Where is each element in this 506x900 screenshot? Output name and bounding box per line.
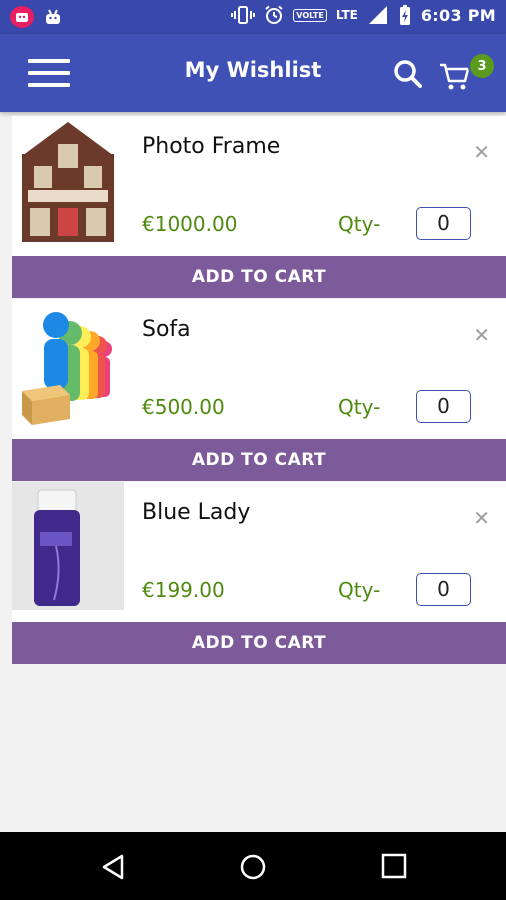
- photo-frame-image: [12, 116, 124, 244]
- qty-label: Qty-: [338, 212, 381, 236]
- battery-icon: [399, 5, 410, 25]
- volte-indicator: VOLTE: [293, 8, 327, 22]
- notification-app-icon: [10, 6, 34, 28]
- item-name[interactable]: Photo Frame: [142, 134, 280, 159]
- item-price: €199.00: [142, 578, 225, 602]
- cart-count-badge: 3: [468, 52, 496, 80]
- back-icon[interactable]: [98, 852, 128, 882]
- add-to-cart-button[interactable]: ADD TO CART: [12, 622, 506, 664]
- app-bar: My Wishlist: [0, 34, 506, 112]
- alarm-icon: [265, 5, 283, 24]
- perfume-can-image: [12, 482, 124, 610]
- quantity-input[interactable]: 0: [416, 573, 471, 606]
- recent-apps-icon[interactable]: [380, 852, 408, 880]
- menu-icon-line: [28, 83, 70, 87]
- item-price: €500.00: [142, 395, 225, 419]
- status-time: 6:03 PM: [420, 5, 496, 25]
- page-title: My Wishlist: [184, 58, 322, 82]
- lte-indicator: LTE: [335, 8, 358, 22]
- status-bar: VOLTE LTE 6:03 PM: [0, 0, 506, 34]
- signal-icon: [368, 6, 387, 24]
- vibrate-icon: [231, 6, 256, 24]
- qty-label: Qty-: [338, 395, 381, 419]
- cart-icon[interactable]: [438, 60, 472, 92]
- remove-item-close-icon[interactable]: ✕: [473, 325, 490, 345]
- item-name[interactable]: Sofa: [142, 317, 191, 342]
- remove-item-close-icon[interactable]: ✕: [473, 508, 490, 528]
- add-to-cart-button[interactable]: ADD TO CART: [12, 256, 506, 298]
- home-icon[interactable]: [238, 852, 268, 882]
- item-price: €1000.00: [142, 212, 238, 236]
- system-navigation-bar: [0, 832, 506, 900]
- wishlist-item: Blue Lady ✕ €199.00 Qty- 0 ADD TO CART: [12, 482, 506, 664]
- remove-item-close-icon[interactable]: ✕: [473, 142, 490, 162]
- quantity-input[interactable]: 0: [416, 207, 471, 240]
- quantity-input[interactable]: 0: [416, 390, 471, 423]
- wishlist-item: Sofa ✕ €500.00 Qty- 0 ADD TO CART: [12, 299, 506, 481]
- android-notification-icon: [46, 9, 60, 24]
- search-icon[interactable]: [392, 58, 424, 90]
- voting-figures-image: [12, 299, 124, 427]
- qty-label: Qty-: [338, 578, 381, 602]
- add-to-cart-button[interactable]: ADD TO CART: [12, 439, 506, 481]
- item-name[interactable]: Blue Lady: [142, 500, 250, 525]
- wishlist-item: Photo Frame ✕ €1000.00 Qty- 0 ADD TO CAR…: [12, 116, 506, 298]
